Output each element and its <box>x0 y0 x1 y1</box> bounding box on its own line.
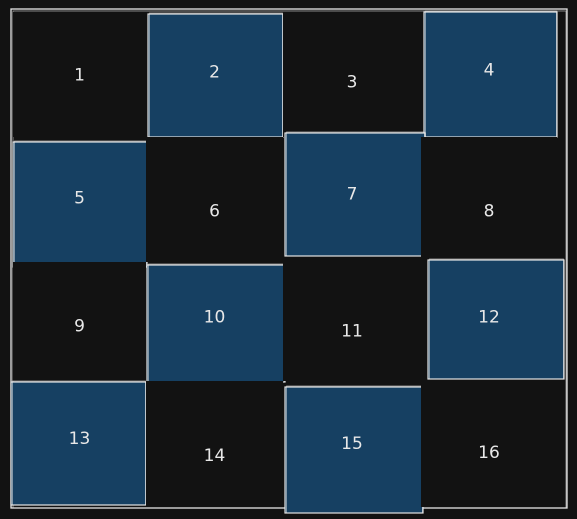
grid-cell-15: 15 <box>284 385 424 514</box>
grid-cell-7: 7 <box>284 131 426 257</box>
grid-cell-label: 10 <box>204 308 226 328</box>
grid-cell-16: 16 <box>421 381 557 507</box>
grid-cell-label: 2 <box>209 63 220 83</box>
grid-cell-label: 1 <box>74 66 85 86</box>
grid-cell-label: 12 <box>478 308 500 328</box>
grid-cell-12: 12 <box>427 258 565 380</box>
grid-cell-fill <box>146 137 283 262</box>
grid-cell-label: 11 <box>341 322 363 342</box>
grid-cell-label: 5 <box>74 189 85 209</box>
grid-cell-label: 13 <box>69 429 91 449</box>
grid-cell-14: 14 <box>146 381 283 507</box>
grid-cell-label: 16 <box>478 443 500 463</box>
grid-cell-8: 8 <box>421 137 557 262</box>
grid-cell-9: 9 <box>13 262 146 381</box>
grid-cell-fill <box>146 381 283 507</box>
grid-cell-2: 2 <box>147 12 284 138</box>
grid-cell-label: 9 <box>74 317 85 337</box>
grid-cell-fill <box>421 137 557 262</box>
grid-cell-label: 3 <box>347 73 358 93</box>
grid-cell-6: 6 <box>146 137 283 262</box>
grid-cell-4: 4 <box>423 10 558 138</box>
grid-cell-11: 11 <box>283 262 421 381</box>
grid-cell-5: 5 <box>12 140 148 268</box>
grid-cell-label: 8 <box>484 202 495 222</box>
grid-cell-1: 1 <box>13 12 146 137</box>
grid-cell-label: 6 <box>209 202 220 222</box>
grid-cell-3: 3 <box>283 12 421 137</box>
grid-cell-label: 14 <box>204 446 226 466</box>
grid-canvas: 1 2 3456789 101112131415 16 <box>10 8 568 514</box>
grid-cell-13: 13 <box>10 380 147 506</box>
grid-cell-10: 10 <box>146 263 286 383</box>
grid-cell-label: 7 <box>347 185 358 205</box>
grid-cell-label: 15 <box>341 434 363 454</box>
grid-cell-label: 4 <box>484 61 495 81</box>
grid-board: 1 2 3 4 5 6 7 8 9 10 11 12 13 14 15 16 <box>0 0 577 519</box>
